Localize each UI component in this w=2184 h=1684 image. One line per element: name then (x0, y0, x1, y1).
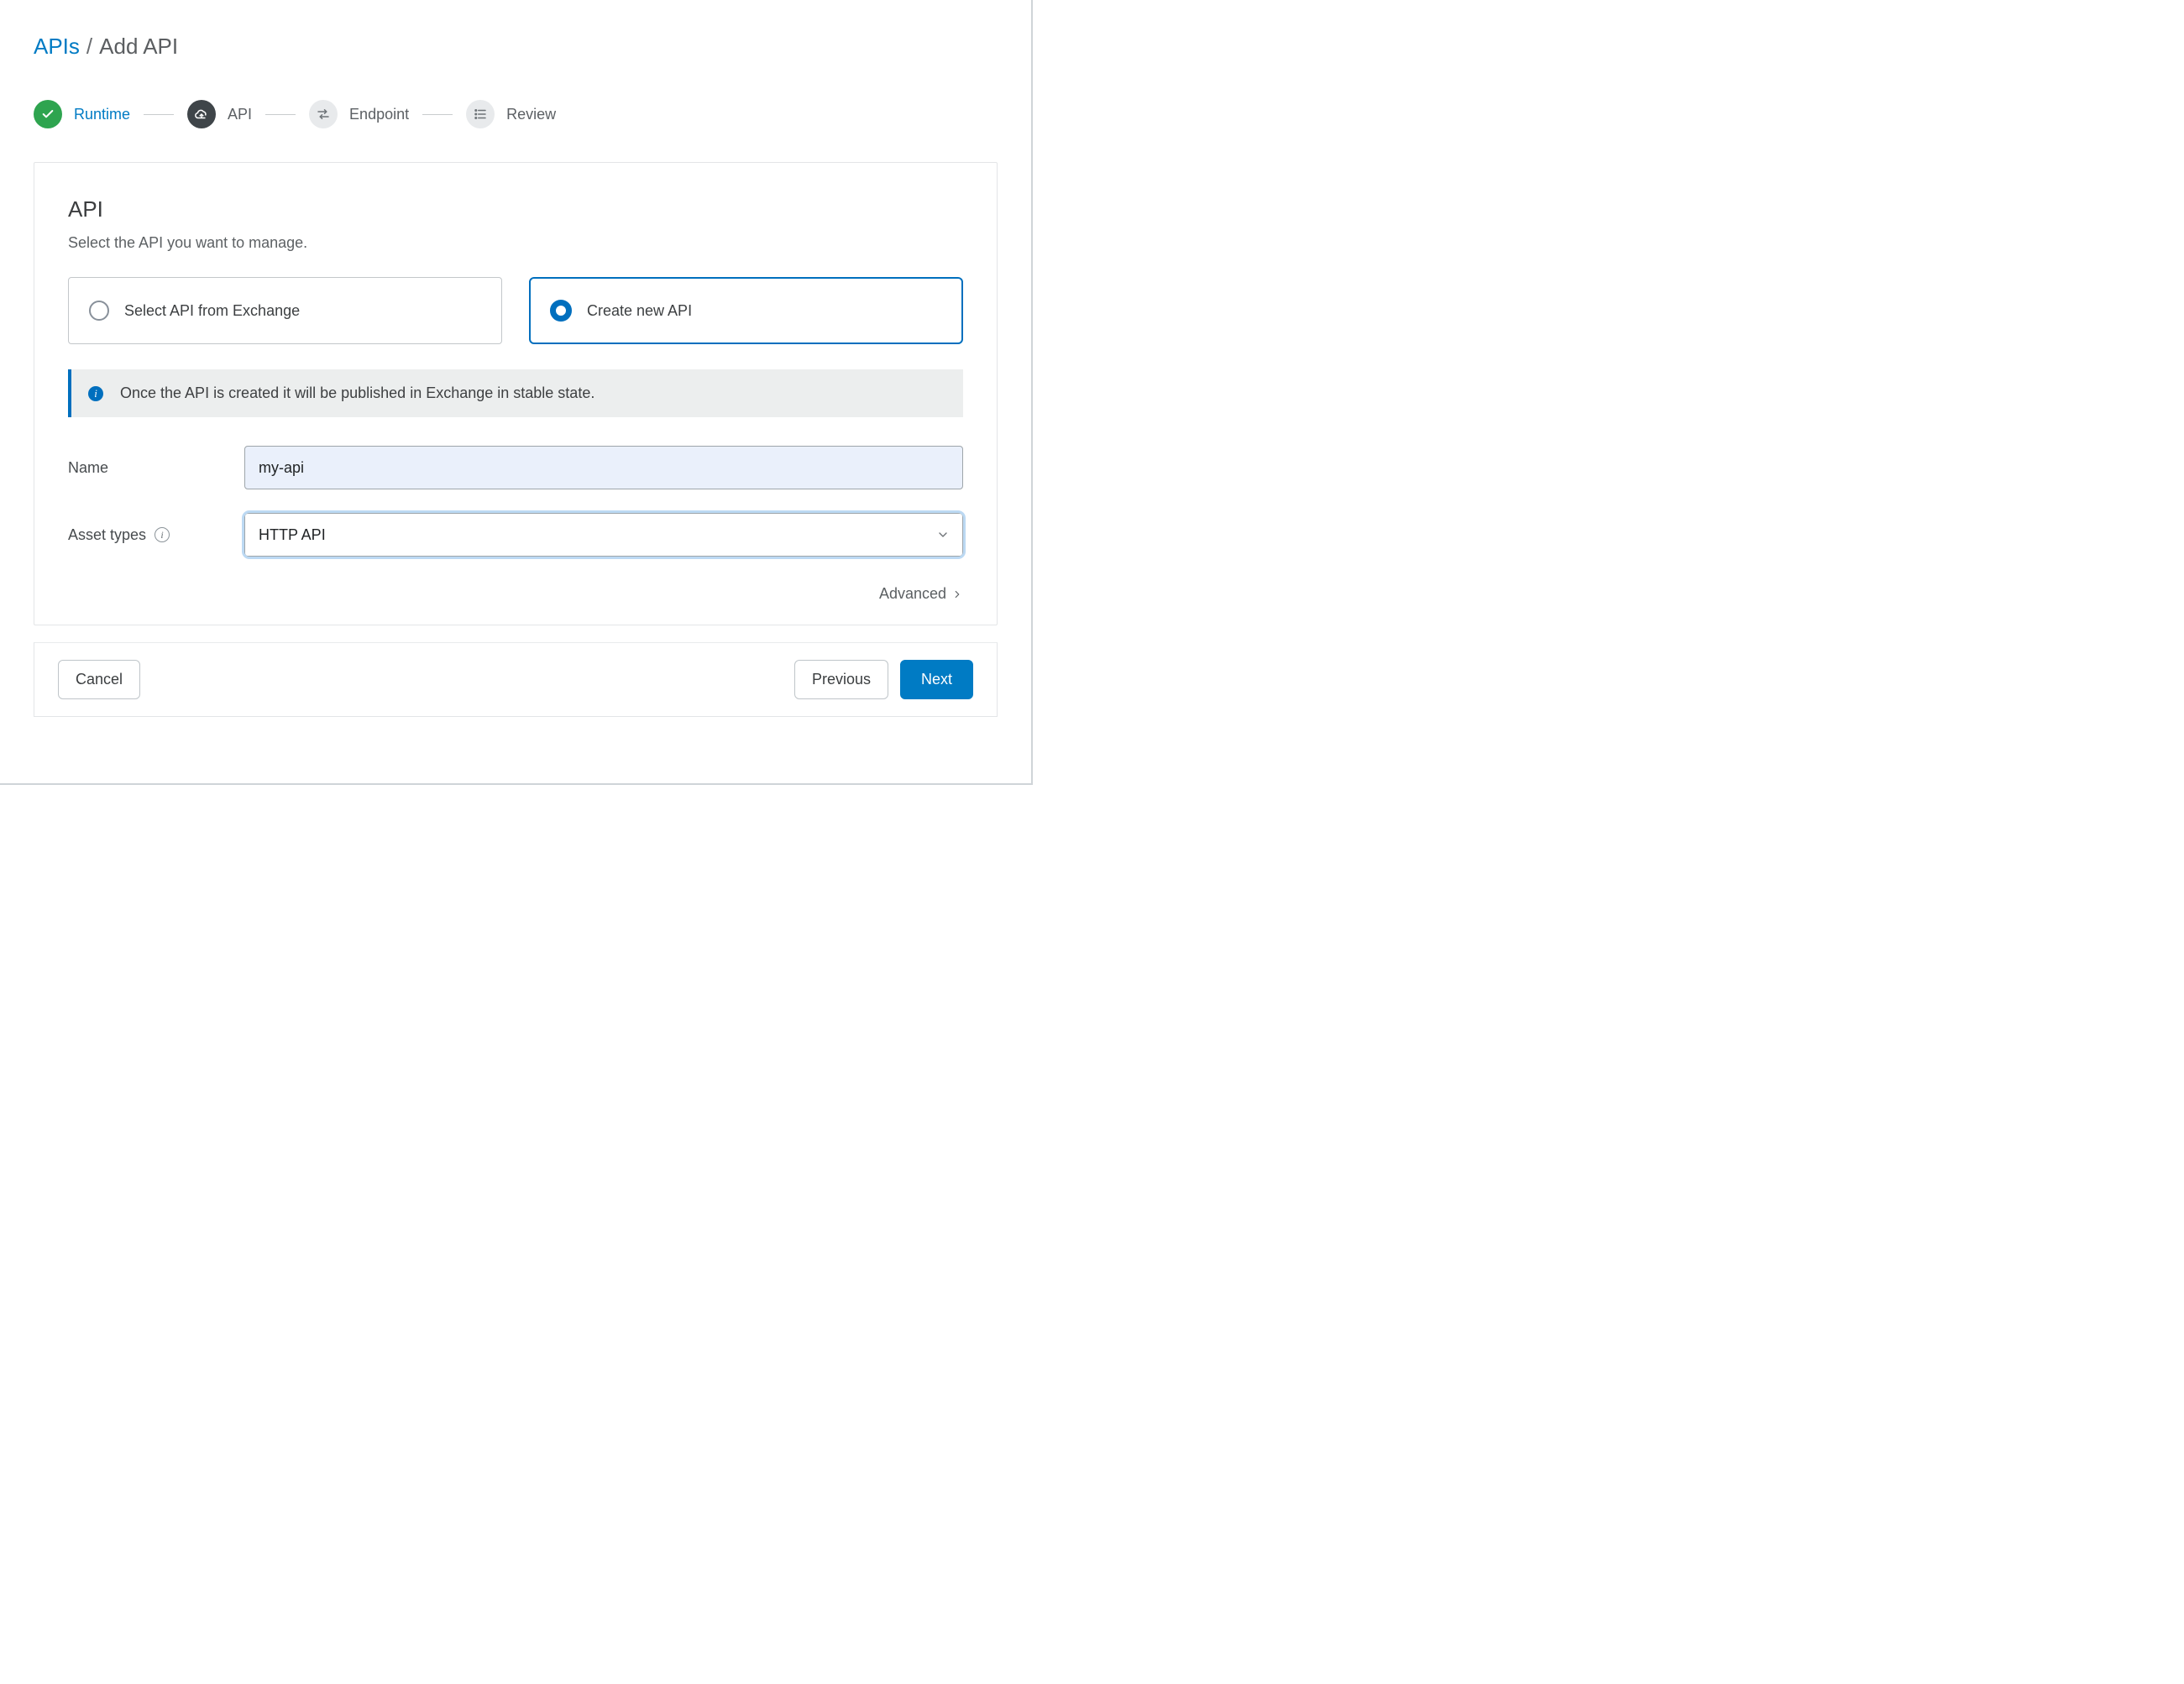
radio-exchange-label: Select API from Exchange (124, 302, 300, 320)
breadcrumb-root[interactable]: APIs (34, 34, 80, 60)
api-card: API Select the API you want to manage. S… (34, 162, 998, 625)
radio-create-label: Create new API (587, 302, 692, 320)
form-row-name: Name (68, 446, 963, 489)
step-api-label: API (228, 106, 252, 123)
endpoint-icon (309, 100, 338, 128)
step-review[interactable]: Review (466, 100, 556, 128)
step-divider (422, 114, 453, 115)
chevron-right-icon (951, 588, 963, 600)
info-text: Once the API is created it will be publi… (120, 384, 594, 402)
breadcrumb-current: Add API (99, 34, 178, 60)
name-label: Name (68, 459, 244, 477)
previous-button[interactable]: Previous (794, 660, 888, 699)
radio-select-from-exchange[interactable]: Select API from Exchange (68, 277, 502, 344)
step-divider (265, 114, 296, 115)
asset-types-select[interactable]: HTTP API (244, 513, 963, 557)
section-title: API (68, 196, 963, 222)
cancel-button[interactable]: Cancel (58, 660, 140, 699)
form-row-asset-types: Asset types i HTTP API (68, 513, 963, 557)
info-banner: i Once the API is created it will be pub… (68, 369, 963, 417)
breadcrumb-separator: / (86, 34, 92, 60)
step-runtime-label: Runtime (74, 106, 130, 123)
advanced-toggle[interactable]: Advanced (68, 580, 963, 603)
asset-types-label-text: Asset types (68, 526, 146, 544)
help-icon[interactable]: i (155, 527, 170, 542)
next-button[interactable]: Next (900, 660, 973, 699)
radio-icon (89, 301, 109, 321)
cloud-icon (187, 100, 216, 128)
radio-icon (550, 300, 572, 322)
radio-create-new-api[interactable]: Create new API (529, 277, 963, 344)
name-input[interactable] (244, 446, 963, 489)
step-api[interactable]: API (187, 100, 252, 128)
check-icon (34, 100, 62, 128)
step-endpoint[interactable]: Endpoint (309, 100, 409, 128)
api-source-radio-row: Select API from Exchange Create new API (68, 277, 963, 344)
advanced-label: Advanced (879, 585, 946, 603)
info-icon: i (88, 386, 103, 401)
section-subtitle: Select the API you want to manage. (68, 234, 963, 252)
step-endpoint-label: Endpoint (349, 106, 409, 123)
step-divider (144, 114, 174, 115)
list-icon (466, 100, 495, 128)
asset-types-select-wrap: HTTP API (244, 513, 963, 557)
stepper: Runtime API Endpoint Review (34, 100, 998, 128)
breadcrumb: APIs / Add API (34, 34, 998, 60)
footer-actions: Cancel Previous Next (34, 642, 998, 717)
asset-types-label: Asset types i (68, 526, 244, 544)
step-runtime[interactable]: Runtime (34, 100, 130, 128)
step-review-label: Review (506, 106, 556, 123)
